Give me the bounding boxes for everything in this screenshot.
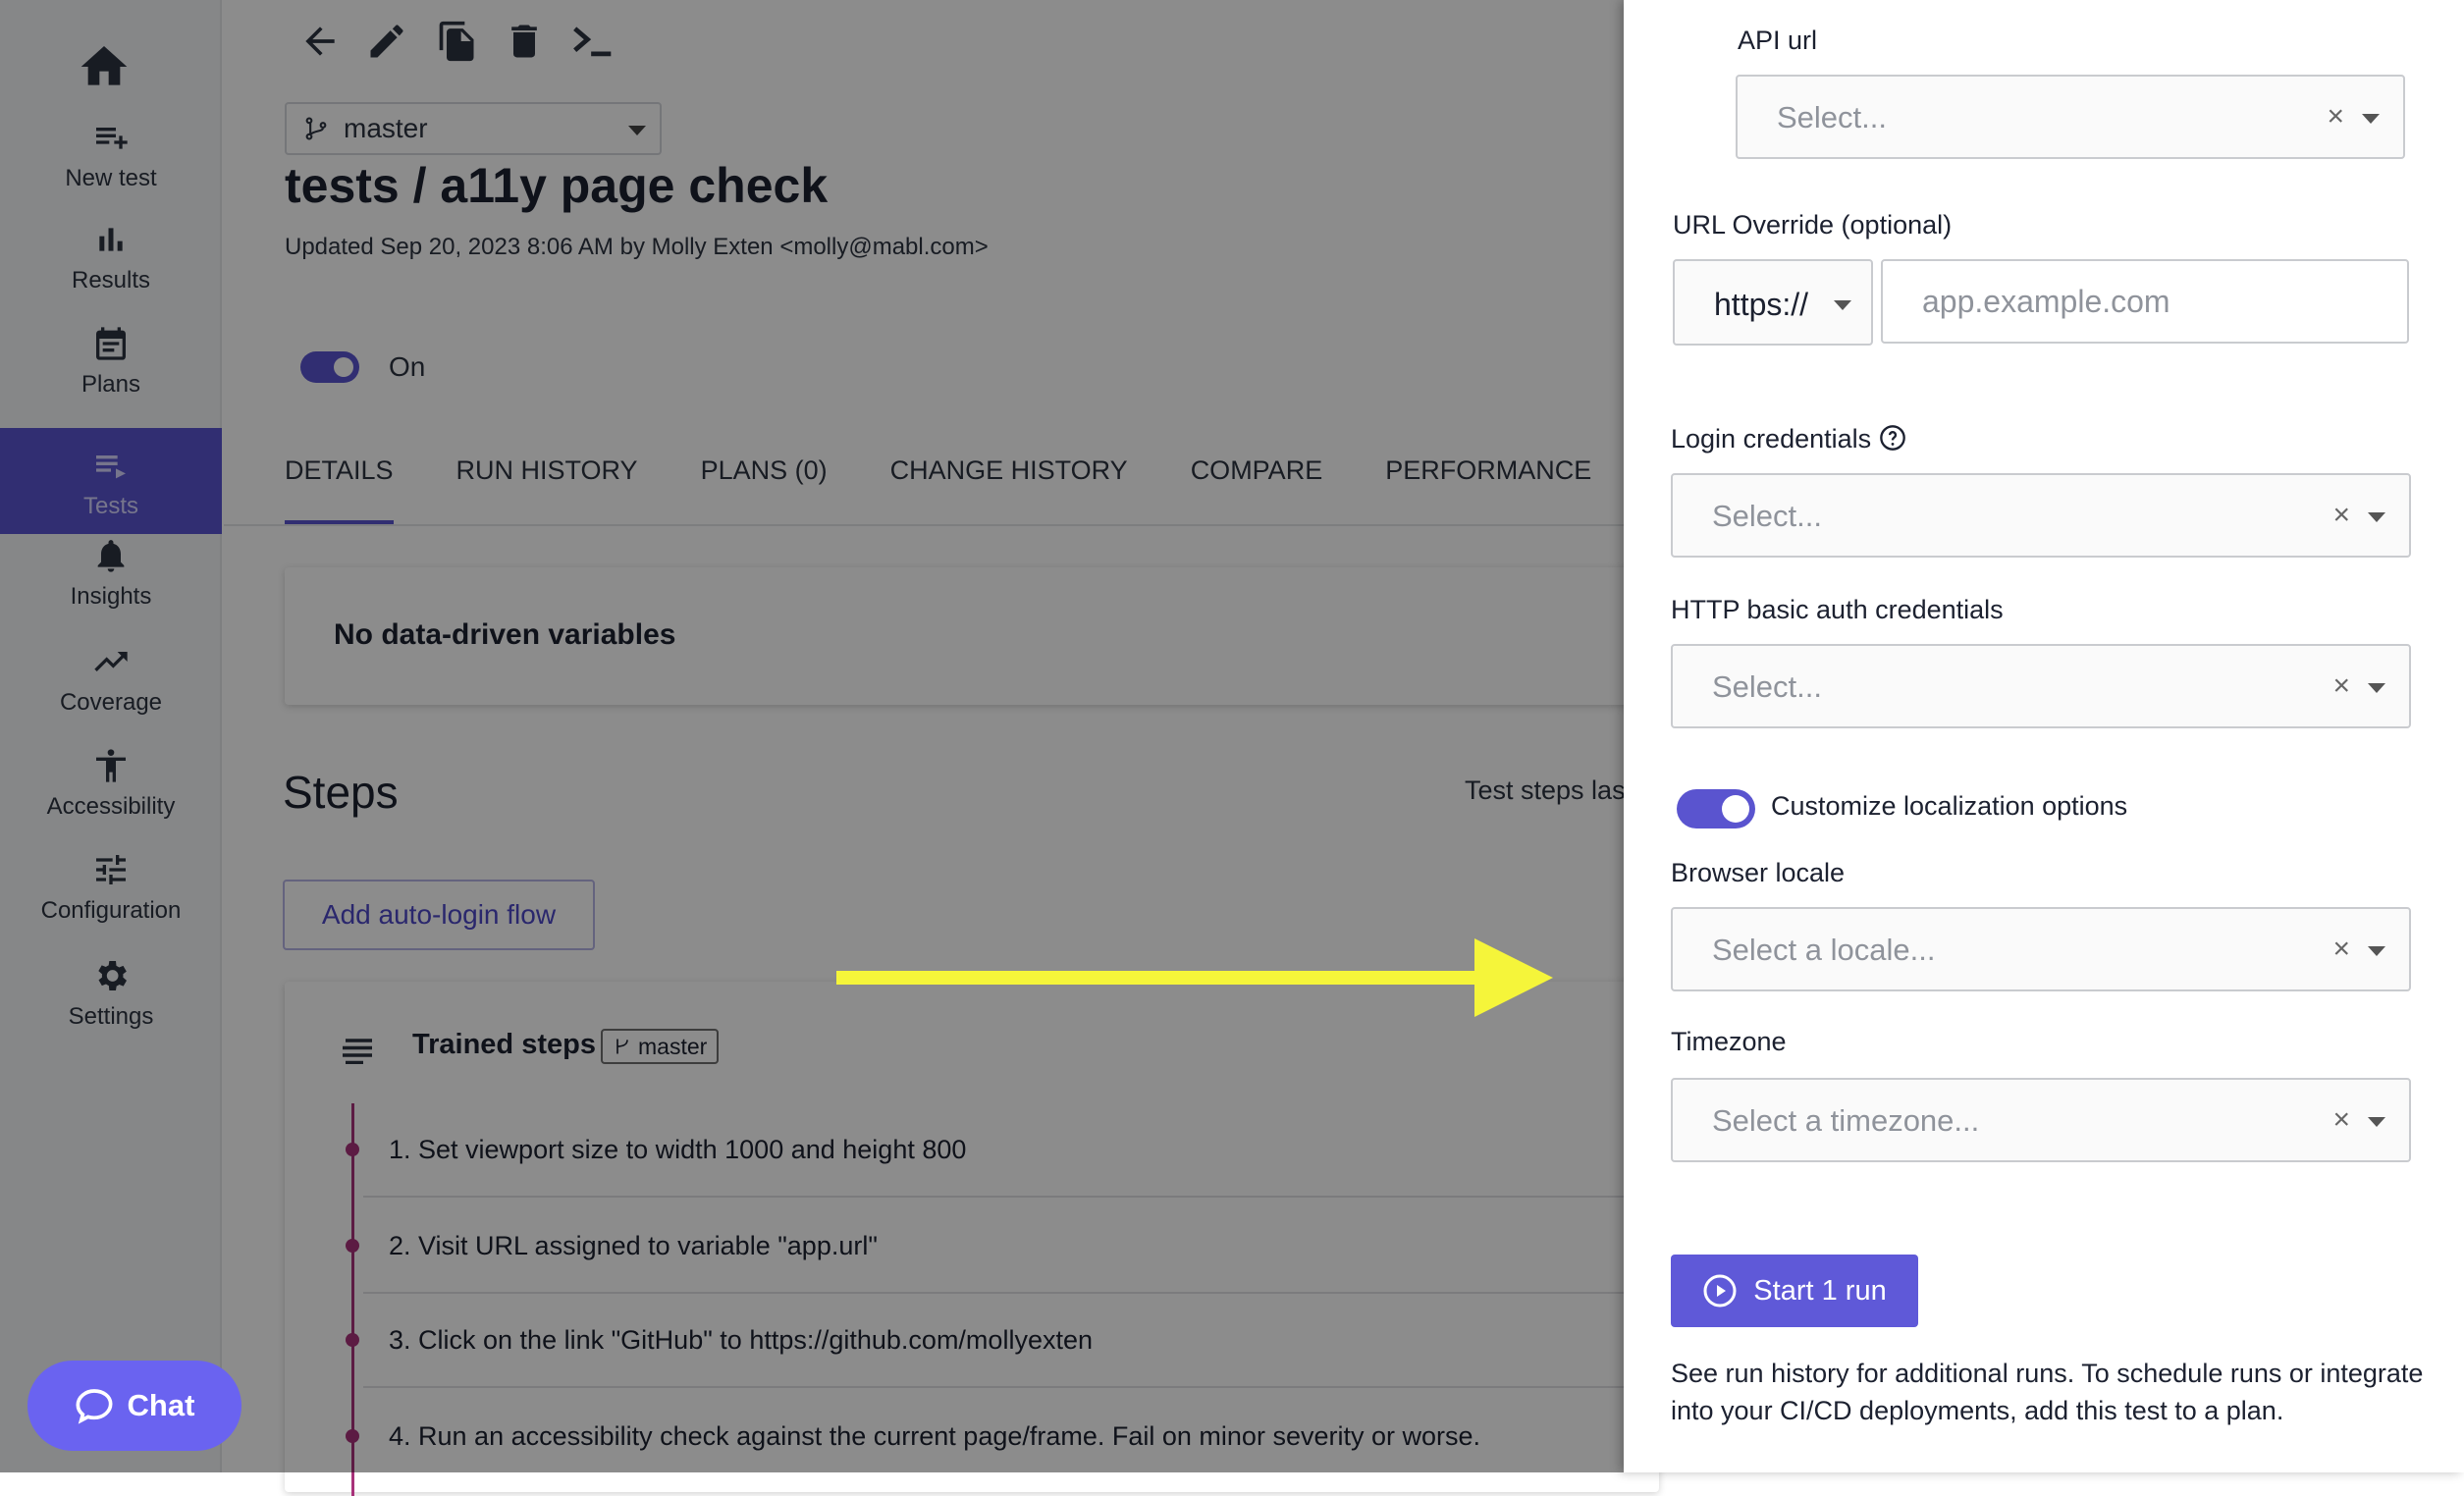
api-url-placeholder: Select... <box>1777 100 1887 134</box>
run-test-panel: API url Select... × URL Override (option… <box>1624 0 2464 1472</box>
play-circle-icon <box>1703 1274 1737 1308</box>
api-url-label: API url <box>1738 26 1818 55</box>
run-help-text: See run history for additional runs. To … <box>1671 1359 2424 1425</box>
chevron-down-icon[interactable] <box>2362 114 2380 124</box>
api-url-select[interactable]: Select... × <box>1736 75 2405 159</box>
browser-locale-select[interactable]: Select a locale... × <box>1671 907 2411 991</box>
chevron-down-icon[interactable] <box>2368 683 2385 693</box>
protocol-select[interactable]: https:// <box>1673 259 1873 346</box>
login-credentials-select[interactable]: Select... × <box>1671 473 2411 558</box>
http-auth-placeholder: Select... <box>1712 669 1822 704</box>
annotation-arrow-icon <box>836 938 1553 1017</box>
http-auth-label: HTTP basic auth credentials <box>1671 595 2004 624</box>
url-override-label: URL Override (optional) <box>1673 210 1953 240</box>
clear-icon[interactable]: × <box>2327 100 2344 134</box>
localization-toggle[interactable] <box>1677 789 1755 828</box>
chevron-down-icon[interactable] <box>2368 512 2385 522</box>
timezone-label: Timezone <box>1671 1027 1787 1056</box>
browser-locale-placeholder: Select a locale... <box>1712 933 1936 967</box>
protocol-value: https:// <box>1714 287 1809 322</box>
start-run-button[interactable]: Start 1 run <box>1671 1255 1918 1327</box>
chevron-down-icon[interactable] <box>2368 946 2385 956</box>
start-run-label: Start 1 run <box>1753 1274 1887 1307</box>
clear-icon[interactable]: × <box>2332 669 2350 703</box>
timezone-select[interactable]: Select a timezone... × <box>1671 1078 2411 1162</box>
modal-backdrop[interactable] <box>0 0 1624 1472</box>
browser-locale-label: Browser locale <box>1671 858 1846 887</box>
chevron-down-icon <box>1834 300 1851 310</box>
login-credentials-placeholder: Select... <box>1712 499 1822 533</box>
help-icon[interactable] <box>1879 424 1906 452</box>
localization-toggle-label: Customize localization options <box>1771 791 2128 821</box>
login-credentials-label-text: Login credentials <box>1671 424 1872 454</box>
clear-icon[interactable]: × <box>2332 933 2350 966</box>
timezone-placeholder: Select a timezone... <box>1712 1103 1980 1138</box>
url-override-input[interactable] <box>1881 259 2409 344</box>
chat-button[interactable]: Chat <box>27 1361 241 1451</box>
http-auth-select[interactable]: Select... × <box>1671 644 2411 728</box>
clear-icon[interactable]: × <box>2332 499 2350 532</box>
chat-button-label: Chat <box>127 1388 195 1422</box>
chat-bubble-icon <box>76 1389 113 1424</box>
login-credentials-label: Login credentials <box>1671 424 1906 454</box>
chevron-down-icon[interactable] <box>2368 1117 2385 1127</box>
clear-icon[interactable]: × <box>2332 1103 2350 1137</box>
